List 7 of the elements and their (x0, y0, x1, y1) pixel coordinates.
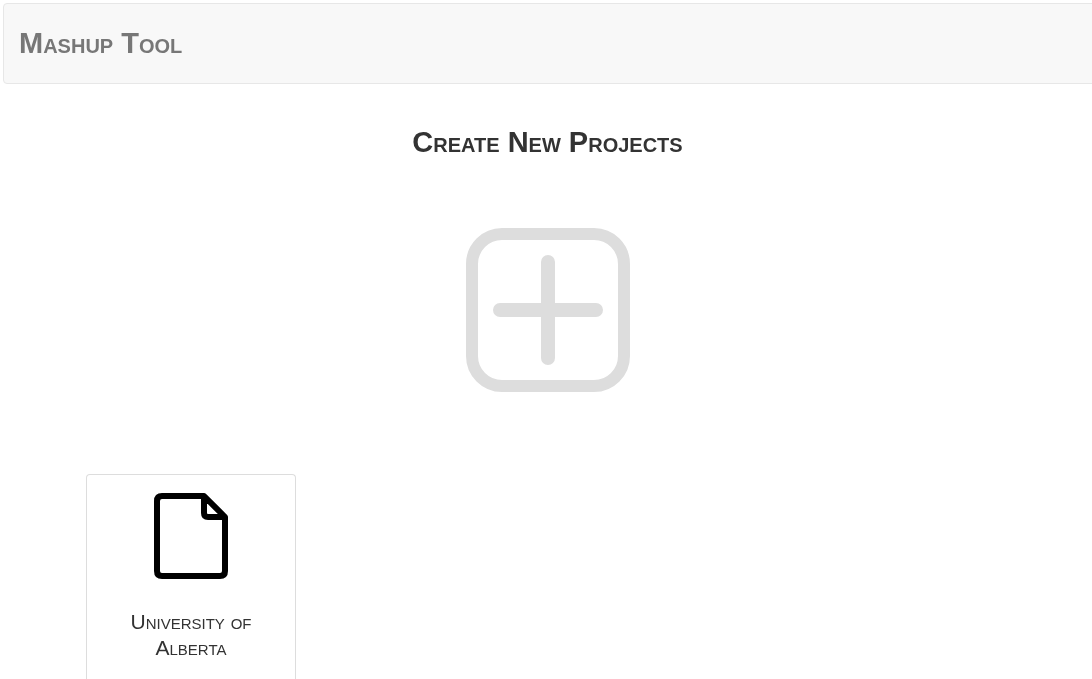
brand-link[interactable]: Mashup Tool (19, 27, 183, 60)
file-icon (154, 493, 228, 579)
project-card[interactable]: University of Alberta (86, 474, 296, 679)
plus-square-icon (465, 228, 630, 392)
add-project-button[interactable] (465, 228, 630, 395)
project-name: University of Alberta (129, 609, 253, 661)
page-heading: Create New Projects (411, 126, 684, 158)
